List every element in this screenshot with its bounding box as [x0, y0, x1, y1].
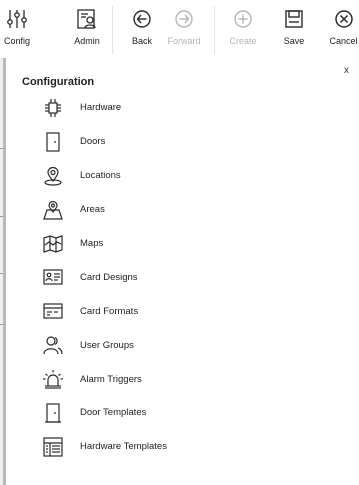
back-button[interactable]: Back: [128, 4, 156, 56]
menu-item-hardware[interactable]: Hardware: [10, 91, 359, 125]
configuration-panel: x Configuration Hardware Doors Locations…: [10, 58, 359, 485]
card-design-icon: [42, 266, 64, 288]
menu-item-door-templates[interactable]: Door Templates: [10, 396, 359, 430]
config-button[interactable]: Config: [0, 4, 34, 56]
menu-item-card-designs[interactable]: Card Designs: [10, 260, 359, 294]
back-arrow-icon: [132, 4, 152, 34]
cancel-label: Cancel: [329, 36, 358, 46]
menu-item-hardware-templates[interactable]: Hardware Templates: [10, 430, 359, 464]
menu-item-locations[interactable]: Locations: [10, 159, 359, 193]
toolbar-separator: [214, 6, 215, 54]
admin-button[interactable]: Admin: [70, 4, 104, 56]
location-pin-icon: [42, 165, 64, 187]
hardware-chip-icon: [42, 97, 64, 119]
create-label: Create: [229, 36, 257, 46]
map-icon: [42, 233, 64, 255]
left-edge: [0, 58, 6, 485]
cancel-button[interactable]: Cancel: [328, 4, 359, 56]
menu-item-label: Hardware: [80, 102, 122, 114]
menu-item-maps[interactable]: Maps: [10, 227, 359, 261]
menu-item-label: Card Designs: [80, 271, 138, 283]
menu-item-label: Doors: [80, 136, 106, 148]
create-button[interactable]: Create: [226, 4, 260, 56]
forward-button[interactable]: Forward: [164, 4, 204, 56]
menu-item-label: Card Formats: [80, 305, 139, 317]
back-label: Back: [131, 36, 152, 46]
config-label: Config: [3, 36, 30, 46]
menu-item-label: Alarm Triggers: [80, 373, 142, 385]
menu-item-doors[interactable]: Doors: [10, 125, 359, 159]
toolbar-separator: [112, 6, 113, 54]
menu-item-areas[interactable]: Areas: [10, 193, 359, 227]
save-label: Save: [283, 36, 305, 46]
hardware-template-icon: [42, 436, 64, 458]
create-plus-icon: [233, 4, 253, 34]
menu-item-card-formats[interactable]: Card Formats: [10, 294, 359, 328]
config-sliders-icon: [6, 4, 28, 34]
menu-item-label: Hardware Templates: [80, 441, 167, 453]
menu-item-user-groups[interactable]: User Groups: [10, 328, 359, 362]
door-icon: [42, 131, 64, 153]
user-group-icon: [42, 334, 64, 356]
menu-item-label: Locations: [80, 170, 121, 182]
edge-tick: [0, 324, 3, 325]
forward-arrow-icon: [174, 4, 194, 34]
menu-item-label: Door Templates: [80, 407, 147, 419]
alarm-icon: [42, 368, 64, 390]
configuration-menu: Hardware Doors Locations Areas Maps Card…: [10, 91, 359, 464]
menu-item-alarm-triggers[interactable]: Alarm Triggers: [10, 362, 359, 396]
admin-icon: [76, 4, 98, 34]
edge-tick: [0, 148, 3, 149]
menu-item-label: Areas: [80, 204, 105, 216]
menu-item-label: Maps: [80, 238, 104, 249]
toolbar: Config Admin Back Forward Create Save Ca…: [0, 0, 359, 58]
admin-label: Admin: [74, 36, 100, 46]
forward-label: Forward: [167, 36, 201, 46]
edge-tick: [0, 273, 3, 274]
left-scroll-bar[interactable]: [3, 58, 6, 485]
save-button[interactable]: Save: [280, 4, 308, 56]
save-icon: [284, 4, 304, 34]
door-template-icon: [42, 402, 64, 424]
edge-tick: [0, 216, 3, 217]
cancel-icon: [334, 4, 354, 34]
close-panel-button[interactable]: x: [344, 65, 349, 76]
panel-title: Configuration: [22, 76, 95, 88]
card-format-icon: [42, 300, 64, 322]
area-map-pin-icon: [42, 199, 64, 221]
menu-item-label: User Groups: [80, 339, 134, 351]
